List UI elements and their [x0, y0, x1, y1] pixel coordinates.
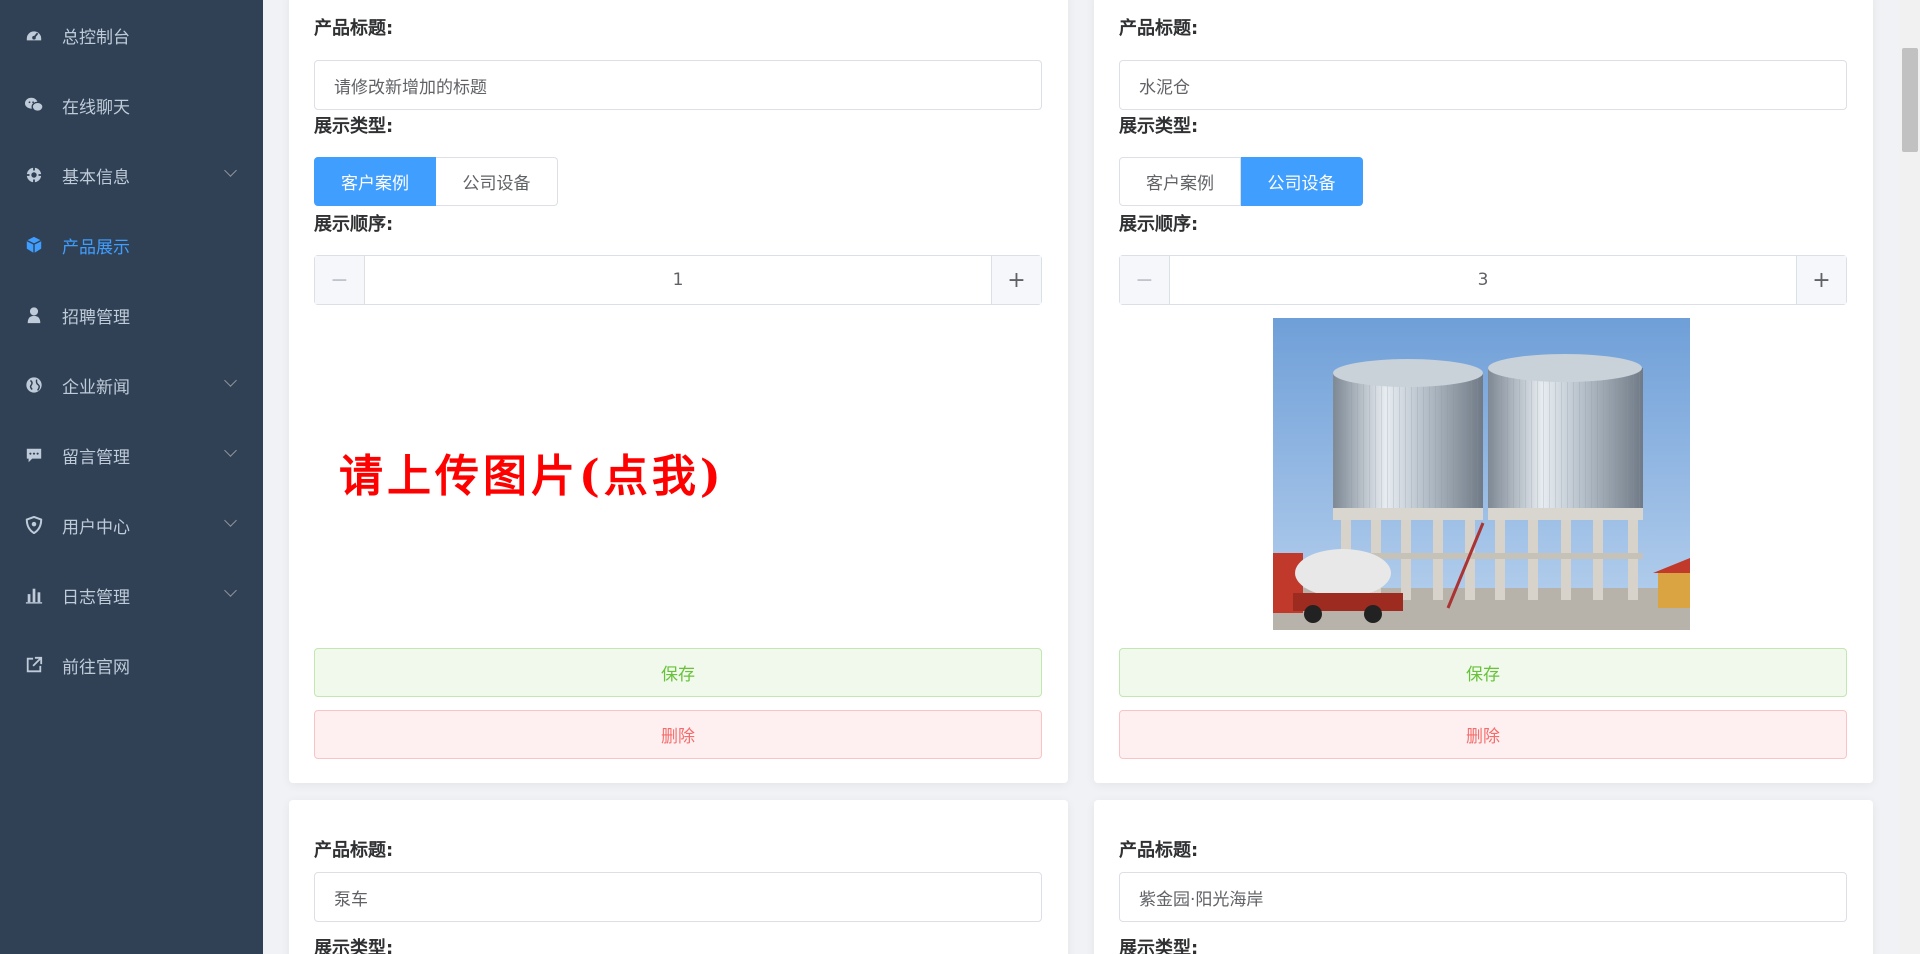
order-stepper: − 1 + [314, 255, 1042, 305]
product-title-label: 产品标题: [314, 18, 394, 39]
chevron-down-icon [224, 514, 237, 527]
product-title-input[interactable]: 请修改新增加的标题 [314, 60, 1042, 110]
increment-button[interactable]: + [1796, 256, 1846, 304]
product-card: 产品标题: 泵车 展示类型: [289, 800, 1068, 954]
type-case-button[interactable]: 客户案例 [314, 157, 436, 206]
shield-icon [24, 515, 44, 535]
sidebar-item-label: 企业新闻 [62, 377, 130, 398]
product-title-label: 产品标题: [314, 840, 394, 861]
product-title-input[interactable]: 泵车 [314, 872, 1042, 922]
chevron-down-icon [224, 444, 237, 457]
bar-chart-icon [24, 585, 44, 605]
upload-prompt[interactable]: 请上传图片(点我) [339, 440, 725, 504]
product-image[interactable] [1273, 318, 1690, 630]
save-button[interactable]: 保存 [1119, 648, 1847, 697]
sidebar-item-label: 用户中心 [62, 517, 130, 538]
chevron-down-icon [224, 584, 237, 597]
sidebar-item-chat[interactable]: 在线聊天 [0, 70, 263, 140]
wechat-icon [24, 95, 44, 115]
message-icon [24, 445, 44, 465]
sidebar-item-label: 招聘管理 [62, 307, 130, 328]
sidebar-item-basic-info[interactable]: 基本信息 [0, 140, 263, 210]
sidebar-item-news[interactable]: 企业新闻 [0, 350, 263, 420]
product-title-input[interactable]: 紫金园·阳光海岸 [1119, 872, 1847, 922]
sidebar: 总控制台 在线聊天 基本信息 产品展示 招聘管理 企业新闻 留言管理 用户中心 … [0, 0, 263, 954]
delete-button[interactable]: 删除 [1119, 710, 1847, 759]
sidebar-item-recruitment[interactable]: 招聘管理 [0, 280, 263, 350]
display-type-label: 展示类型: [314, 938, 394, 954]
sidebar-item-label: 前往官网 [62, 657, 130, 678]
sidebar-item-user-center[interactable]: 用户中心 [0, 490, 263, 560]
display-order-label: 展示顺序: [314, 214, 394, 235]
scrollbar-thumb[interactable] [1902, 48, 1918, 152]
chevron-down-icon [224, 164, 237, 177]
product-card: 产品标题: 请修改新增加的标题 展示类型: 客户案例 公司设备 展示顺序: − … [289, 0, 1068, 783]
product-title-label: 产品标题: [1119, 18, 1199, 39]
settings-icon [24, 165, 44, 185]
sidebar-item-label: 总控制台 [62, 27, 130, 48]
order-value[interactable]: 3 [1170, 256, 1796, 304]
product-card: 产品标题: 紫金园·阳光海岸 展示类型: [1094, 800, 1873, 954]
decrement-button[interactable]: − [1120, 256, 1170, 304]
cube-icon [24, 235, 44, 255]
type-equipment-button[interactable]: 公司设备 [436, 157, 558, 206]
sidebar-item-label: 产品展示 [62, 237, 130, 258]
product-title-input[interactable]: 水泥仓 [1119, 60, 1847, 110]
globe-icon [24, 375, 44, 395]
increment-button[interactable]: + [991, 256, 1041, 304]
delete-button[interactable]: 删除 [314, 710, 1042, 759]
sidebar-item-label: 日志管理 [62, 587, 130, 608]
display-type-label: 展示类型: [1119, 116, 1199, 137]
product-card: 产品标题: 水泥仓 展示类型: 客户案例 公司设备 展示顺序: − 3 + 保存… [1094, 0, 1873, 783]
sidebar-item-website[interactable]: 前往官网 [0, 630, 263, 700]
display-order-label: 展示顺序: [1119, 214, 1199, 235]
scrollbar[interactable] [1900, 0, 1920, 954]
sidebar-item-logs[interactable]: 日志管理 [0, 560, 263, 630]
main-content: 产品标题: 请修改新增加的标题 展示类型: 客户案例 公司设备 展示顺序: − … [263, 0, 1900, 954]
chevron-down-icon [224, 374, 237, 387]
sidebar-item-label: 基本信息 [62, 167, 130, 188]
product-title-label: 产品标题: [1119, 840, 1199, 861]
order-stepper: − 3 + [1119, 255, 1847, 305]
order-value[interactable]: 1 [365, 256, 991, 304]
type-case-button[interactable]: 客户案例 [1119, 157, 1241, 206]
dashboard-icon [24, 25, 44, 45]
display-type-selector: 客户案例 公司设备 [1119, 157, 1363, 206]
user-icon [24, 305, 44, 325]
sidebar-item-label: 留言管理 [62, 447, 130, 468]
display-type-selector: 客户案例 公司设备 [314, 157, 558, 206]
display-type-label: 展示类型: [1119, 938, 1199, 954]
type-equipment-button[interactable]: 公司设备 [1241, 157, 1363, 206]
external-link-icon [24, 655, 44, 675]
display-type-label: 展示类型: [314, 116, 394, 137]
decrement-button[interactable]: − [315, 256, 365, 304]
sidebar-item-dashboard[interactable]: 总控制台 [0, 0, 263, 70]
save-button[interactable]: 保存 [314, 648, 1042, 697]
sidebar-item-products[interactable]: 产品展示 [0, 210, 263, 280]
sidebar-item-label: 在线聊天 [62, 97, 130, 118]
sidebar-item-messages[interactable]: 留言管理 [0, 420, 263, 490]
